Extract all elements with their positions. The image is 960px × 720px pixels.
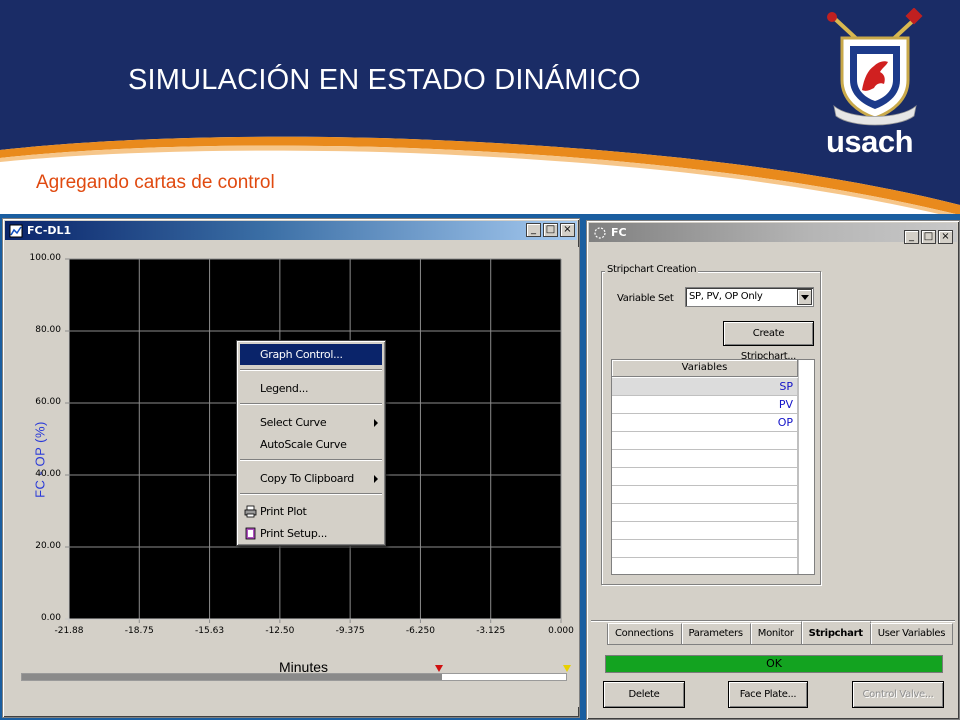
- trend-window-icon: [9, 224, 23, 237]
- y-tick-label: 0.00: [40, 613, 61, 623]
- face-plate-button[interactable]: Face Plate...: [728, 681, 808, 708]
- tab-user-variables[interactable]: User Variables: [869, 623, 954, 645]
- tab-monitor[interactable]: Monitor: [749, 623, 802, 645]
- variable-row[interactable]: OP: [612, 414, 798, 432]
- variable-row[interactable]: SP: [612, 378, 798, 396]
- controller-window-title: FC: [611, 226, 627, 239]
- controller-window-titlebar[interactable]: FC: [589, 223, 957, 242]
- menu-item-print-setup[interactable]: Print Setup...: [240, 523, 382, 544]
- tab-parameters[interactable]: Parameters: [680, 623, 751, 645]
- variable-set-value: SP, PV, OP Only: [689, 291, 763, 302]
- variable-row[interactable]: [612, 432, 798, 450]
- maximize-button[interactable]: □: [921, 230, 936, 244]
- variables-column-header[interactable]: Variables: [612, 360, 798, 377]
- menu-item-label: Print Plot: [260, 505, 307, 518]
- variables-grid[interactable]: Variables SP PV OP: [611, 359, 815, 575]
- plot-context-menu: Graph Control... Legend... Select Curve …: [236, 340, 386, 546]
- x-tick-label: -12.50: [265, 626, 295, 636]
- x-tick-label: -21.88: [54, 626, 84, 636]
- slide-subtitle: Agregando cartas de control: [36, 172, 275, 193]
- menu-item-label: AutoScale Curve: [260, 438, 347, 451]
- controller-icon: [594, 226, 606, 239]
- close-button[interactable]: ×: [938, 230, 953, 244]
- tab-panel-border: [591, 620, 955, 622]
- menu-item-label: Select Curve: [260, 416, 327, 429]
- x-tick-label: -3.125: [476, 626, 506, 636]
- controller-window-controls: _ □ ×: [904, 230, 953, 244]
- time-marker-red[interactable]: [435, 665, 443, 672]
- x-tick-label: 0.000: [548, 626, 574, 636]
- variable-row[interactable]: [612, 540, 798, 558]
- menu-item-print-plot[interactable]: Print Plot: [240, 501, 382, 522]
- menu-item-label: Graph Control...: [260, 348, 343, 361]
- slide-title: SIMULACIÓN EN ESTADO DINÁMICO: [128, 64, 641, 96]
- minimize-button[interactable]: _: [526, 223, 541, 237]
- variable-row[interactable]: [612, 450, 798, 468]
- menu-item-label: Copy To Clipboard: [260, 472, 354, 485]
- tab-stripchart[interactable]: Stripchart: [800, 621, 871, 645]
- chevron-down-icon[interactable]: [797, 289, 812, 305]
- submenu-arrow-icon: [374, 475, 378, 483]
- status-bar: OK: [605, 655, 943, 673]
- menu-item-label: Print Setup...: [260, 527, 328, 540]
- x-tick-label: -9.375: [335, 626, 365, 636]
- trend-horizontal-scrollbar[interactable]: [21, 673, 567, 681]
- variable-row[interactable]: [612, 504, 798, 522]
- group-title: Stripchart Creation: [605, 264, 699, 275]
- menu-separator: [240, 369, 382, 371]
- x-tick-label: -6.250: [405, 626, 435, 636]
- variable-row[interactable]: [612, 558, 798, 574]
- x-tick-label: -15.63: [195, 626, 225, 636]
- menu-item-legend[interactable]: Legend...: [240, 378, 382, 399]
- menu-separator: [240, 493, 382, 495]
- controller-window[interactable]: FC _ □ × Stripchart Creation Variable Se…: [586, 220, 960, 720]
- variable-set-label: Variable Set: [617, 293, 674, 304]
- variable-set-select[interactable]: SP, PV, OP Only: [685, 287, 814, 307]
- trend-window-title: FC-DL1: [27, 224, 72, 237]
- x-tick-label: -18.75: [124, 626, 154, 636]
- menu-item-copy-to-clipboard[interactable]: Copy To Clipboard: [240, 468, 382, 489]
- menu-item-autoscale-curve[interactable]: AutoScale Curve: [240, 434, 382, 455]
- usach-logo-text: usach: [826, 124, 914, 159]
- y-tick-label: 100.00: [29, 253, 62, 263]
- y-axis-label: FC - OP (%): [32, 421, 48, 498]
- variable-row[interactable]: [612, 522, 798, 540]
- scrollbar-thumb[interactable]: [22, 674, 442, 680]
- control-valve-button[interactable]: Control Valve...: [852, 681, 944, 708]
- tab-connections[interactable]: Connections: [607, 623, 682, 645]
- time-marker-yellow[interactable]: [563, 665, 571, 672]
- variable-row[interactable]: [612, 468, 798, 486]
- maximize-button[interactable]: □: [543, 223, 558, 237]
- variable-row[interactable]: PV: [612, 396, 798, 414]
- minimize-button[interactable]: _: [904, 230, 919, 244]
- y-tick-label: 20.00: [35, 541, 61, 551]
- trend-window-controls: _ □ ×: [526, 223, 575, 237]
- delete-button[interactable]: Delete: [603, 681, 685, 708]
- y-tick-label: 80.00: [35, 325, 61, 335]
- menu-item-label: Legend...: [260, 382, 309, 395]
- grid-second-column: [798, 360, 814, 574]
- menu-item-graph-control[interactable]: Graph Control...: [240, 344, 382, 365]
- submenu-arrow-icon: [374, 419, 378, 427]
- printer-icon: [244, 505, 257, 518]
- trend-window-titlebar[interactable]: FC-DL1: [5, 221, 577, 240]
- controller-tabs: Connections Parameters Monitor Stripchar…: [607, 621, 954, 645]
- window-gap: [580, 262, 584, 682]
- menu-separator: [240, 459, 382, 461]
- variable-row[interactable]: [612, 486, 798, 504]
- create-stripchart-button[interactable]: Create Stripchart...: [723, 321, 814, 362]
- close-button[interactable]: ×: [560, 223, 575, 237]
- print-setup-icon: [245, 527, 256, 540]
- menu-separator: [240, 403, 382, 405]
- menu-item-select-curve[interactable]: Select Curve: [240, 412, 382, 433]
